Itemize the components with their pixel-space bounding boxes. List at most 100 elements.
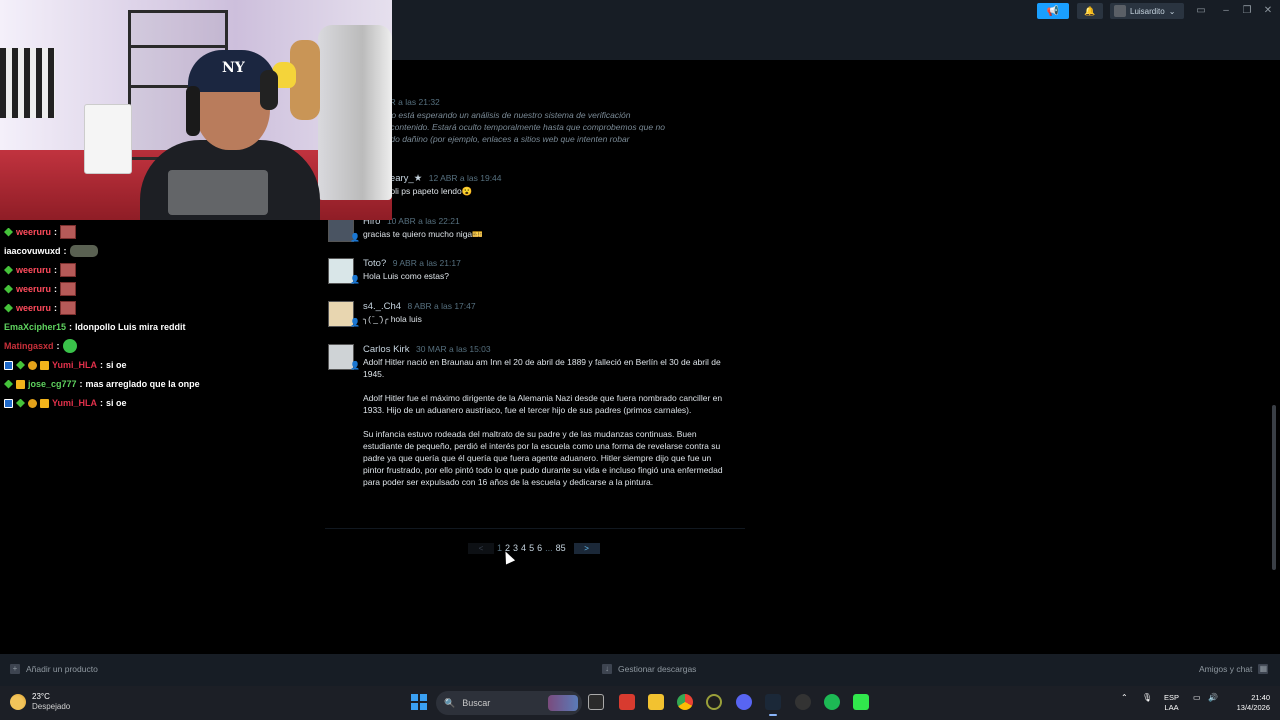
notifications-button[interactable]: 🔔 [1077, 3, 1103, 19]
chat-message: jose_cg777 : mas arreglado que la onpe [4, 376, 200, 392]
page-link-last[interactable]: 85 [556, 543, 566, 553]
comment-author[interactable]: Carlos Kirk [363, 344, 409, 355]
language-indicator[interactable]: ESP LAA [1164, 693, 1179, 713]
steam-icon[interactable] [765, 694, 781, 716]
comment-author[interactable]: s4._.Ch4 [363, 301, 401, 312]
spotify-icon[interactable] [824, 694, 840, 710]
keyboard-layout: LAA [1164, 703, 1179, 712]
xbox-icon[interactable] [706, 694, 722, 710]
page-link[interactable]: 3 [513, 543, 518, 553]
chat-username[interactable]: Yumi_HLA [52, 398, 97, 408]
add-product-label: Añadir un producto [26, 664, 98, 674]
weather-condition: Despejado [32, 702, 71, 711]
chat-badge-blue-icon [4, 360, 13, 370]
chevron-up-icon[interactable]: ⌃ [1121, 693, 1128, 702]
minimize-button[interactable]: – [1217, 4, 1235, 18]
comment-date: 30 MAR a las 15:03 [415, 344, 491, 354]
chat-text: si oe [106, 398, 127, 408]
chat-badge-blue-icon [4, 398, 13, 408]
chat-message: weeruru : [4, 281, 77, 297]
clock-date: 13/4/2026 [1236, 703, 1270, 712]
comment-avatar[interactable]: 👤 [328, 344, 360, 370]
account-menu-button[interactable]: Luisardito ⌄ [1110, 3, 1184, 19]
task-view-icon[interactable] [588, 694, 604, 710]
comment-date: 9 ABR a las 21:17 [392, 258, 461, 268]
comment-avatar[interactable]: 👤 [328, 301, 360, 327]
comment-author[interactable]: Toto? [363, 258, 386, 269]
chat-username[interactable]: EmaXcipher15 [4, 322, 66, 332]
app-icon-red[interactable] [619, 694, 635, 710]
webcam-shirt-print [168, 170, 268, 215]
obs-icon[interactable] [795, 694, 811, 710]
microphone-icon[interactable]: 🎙 [1142, 693, 1152, 702]
maximize-button[interactable]: ❐ [1238, 4, 1256, 18]
chat-emote-icon [60, 263, 77, 277]
page-scrollbar[interactable] [1272, 405, 1276, 570]
close-button[interactable]: ✕ [1259, 4, 1277, 18]
monitor-icon: ▭ [1196, 5, 1206, 16]
user-status-icon: 👤 [350, 318, 360, 327]
chat-username[interactable]: weeruru [16, 284, 51, 294]
windows-logo-icon [420, 694, 427, 701]
comment-avatar[interactable]: 👤 [328, 258, 360, 284]
chat-username[interactable]: weeruru [16, 227, 51, 237]
friends-chat-button[interactable]: Amigos y chat ▦ [1199, 664, 1269, 674]
chat-separator: : [100, 360, 104, 370]
prev-page-button[interactable]: < [468, 542, 494, 554]
comment-text: Hola Luis como estas? [363, 271, 449, 281]
chrome-icon[interactable] [677, 694, 693, 710]
discord-icon[interactable] [736, 694, 752, 710]
comment-pending-notice: mentario está esperando un análisis de n… [363, 110, 665, 156]
start-button[interactable] [411, 694, 427, 710]
user-status-icon: 👤 [350, 361, 360, 370]
user-status-icon: 👤 [350, 233, 360, 242]
chat-badge-green-icon [4, 284, 13, 294]
announcements-button[interactable]: 📢 [1037, 3, 1069, 19]
page-link[interactable]: 4 [521, 543, 526, 553]
page-link[interactable]: 6 [537, 543, 542, 553]
chat-username[interactable]: weeruru [16, 265, 51, 275]
network-icon[interactable]: ▭ [1193, 693, 1201, 702]
chat-username[interactable]: iaacovuwuxd [4, 246, 61, 256]
chat-username[interactable]: Yumi_HLA [52, 360, 97, 370]
chat-badge-gold-icon [28, 360, 37, 370]
chat-badge-green-icon [4, 303, 13, 313]
volume-icon[interactable]: 🔊 [1208, 693, 1218, 702]
comment-date: 10 ABR a las 22:21 [386, 216, 460, 226]
search-highlight-image [548, 695, 578, 711]
taskbar-search[interactable]: 🔍 Buscar [436, 691, 582, 715]
webcam-window [0, 48, 55, 118]
chat-username[interactable]: Matingasxd [4, 341, 54, 351]
add-product-button[interactable]: + Añadir un producto [10, 664, 98, 674]
minimize-icon: – [1223, 5, 1229, 16]
taskbar-clock[interactable]: 21:40 13/4/2026 [1228, 693, 1270, 713]
user-avatar [1114, 5, 1126, 17]
file-explorer-icon[interactable] [648, 694, 664, 710]
chat-text: si oe [106, 360, 127, 370]
chat-separator: : [63, 246, 67, 256]
comment-item: 👤 s4._.Ch4 8 ABR a las 17:47 ╮( ̄_ ̄)╭ h… [328, 301, 728, 331]
webcam-air-conditioner [84, 104, 132, 174]
kick-icon[interactable] [853, 694, 869, 710]
download-icon: ↓ [602, 664, 612, 674]
big-picture-button[interactable]: ▭ [1192, 4, 1210, 18]
chat-separator: : [54, 303, 58, 313]
chat-username[interactable]: weeruru [16, 303, 51, 313]
page-link[interactable]: 5 [529, 543, 534, 553]
chat-badge-green-icon [16, 398, 25, 408]
megaphone-icon: 📢 [1046, 5, 1060, 17]
steam-bottom-bar: + Añadir un producto ↓ Gestionar descarg… [0, 654, 1280, 686]
chat-icon: ▦ [1258, 664, 1269, 674]
chat-emote-icon [62, 339, 77, 353]
chat-badge-green-icon [16, 360, 25, 370]
language-code: ESP [1164, 693, 1180, 702]
webcam-gaming-chair [318, 25, 392, 200]
next-page-button[interactable]: > [573, 542, 600, 554]
chat-badge-crown-icon [16, 379, 25, 389]
manage-downloads-button[interactable]: ↓ Gestionar descargas [602, 664, 696, 674]
comment-item: 👤 Hiro 10 ABR a las 22:21 gracias te qui… [328, 216, 728, 246]
chevron-down-icon: ⌄ [1168, 6, 1176, 16]
weather-widget[interactable]: 23°C Despejado [10, 692, 70, 712]
bell-icon: 🔔 [1084, 5, 1096, 16]
chat-username[interactable]: jose_cg777 [28, 379, 77, 389]
